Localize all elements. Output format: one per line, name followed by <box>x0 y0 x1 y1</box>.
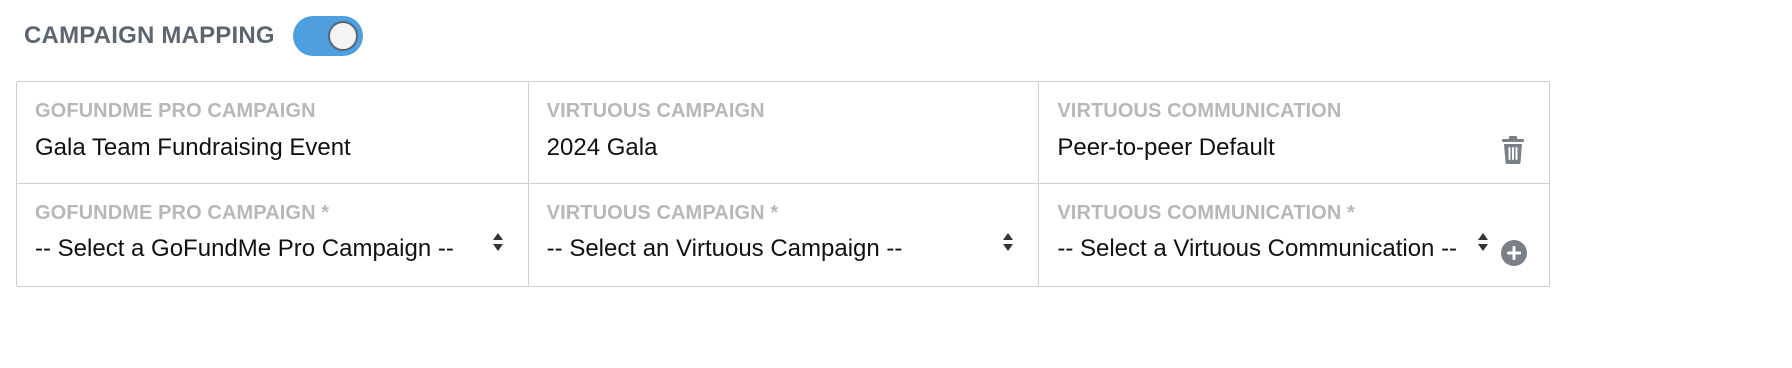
virtuous-campaign-label: VIRTUOUS CAMPAIGN <box>546 100 765 122</box>
sort-arrows-icon[interactable] <box>492 232 504 252</box>
campaign-mapping-toggle[interactable] <box>292 16 363 56</box>
trash-icon[interactable] <box>1501 136 1525 164</box>
gofundme-campaign-select[interactable]: -- Select a GoFundMe Pro Campaign -- <box>35 235 454 263</box>
virtuous-campaign-value: 2024 Gala <box>546 134 658 161</box>
plus-circle-icon[interactable] <box>1501 240 1528 266</box>
virtuous-communication-label: VIRTUOUS COMMUNICATION <box>1057 100 1342 122</box>
gofundme-campaign-select-label: GOFUNDME PRO CAMPAIGN * <box>35 202 330 224</box>
mapping-table: GOFUNDME PRO CAMPAIGN Gala Team Fundrais… <box>16 81 1550 287</box>
gofundme-campaign-cell: GOFUNDME PRO CAMPAIGN Gala Team Fundrais… <box>17 82 528 183</box>
virtuous-communication-select[interactable]: -- Select a Virtuous Communication -- <box>1057 235 1457 263</box>
toggle-knob <box>327 21 358 51</box>
gofundme-campaign-value: Gala Team Fundraising Event <box>35 134 351 161</box>
virtuous-communication-value: Peer-to-peer Default <box>1057 134 1275 161</box>
mapping-row-new: GOFUNDME PRO CAMPAIGN * -- Select a GoFu… <box>17 184 1549 286</box>
campaign-mapping-header: CAMPAIGN MAPPING <box>24 16 363 56</box>
sort-arrows-icon[interactable] <box>1002 232 1014 252</box>
virtuous-communication-select-label: VIRTUOUS COMMUNICATION * <box>1057 202 1355 224</box>
virtuous-campaign-select-cell[interactable]: VIRTUOUS CAMPAIGN * -- Select an Virtuou… <box>527 184 1039 286</box>
virtuous-campaign-cell: VIRTUOUS CAMPAIGN 2024 Gala <box>527 82 1039 183</box>
virtuous-campaign-select[interactable]: -- Select an Virtuous Campaign -- <box>547 235 903 263</box>
gofundme-campaign-select-cell[interactable]: GOFUNDME PRO CAMPAIGN * -- Select a GoFu… <box>17 184 528 286</box>
section-title: CAMPAIGN MAPPING <box>24 22 275 49</box>
gofundme-campaign-label: GOFUNDME PRO CAMPAIGN <box>35 100 316 122</box>
sort-arrows-icon[interactable] <box>1477 232 1489 252</box>
virtuous-communication-select-cell[interactable]: VIRTUOUS COMMUNICATION * -- Select a Vir… <box>1038 184 1549 286</box>
virtuous-communication-cell: VIRTUOUS COMMUNICATION Peer-to-peer Defa… <box>1038 82 1549 183</box>
mapping-row-existing: GOFUNDME PRO CAMPAIGN Gala Team Fundrais… <box>17 82 1549 184</box>
virtuous-campaign-select-label: VIRTUOUS CAMPAIGN * <box>546 202 779 224</box>
